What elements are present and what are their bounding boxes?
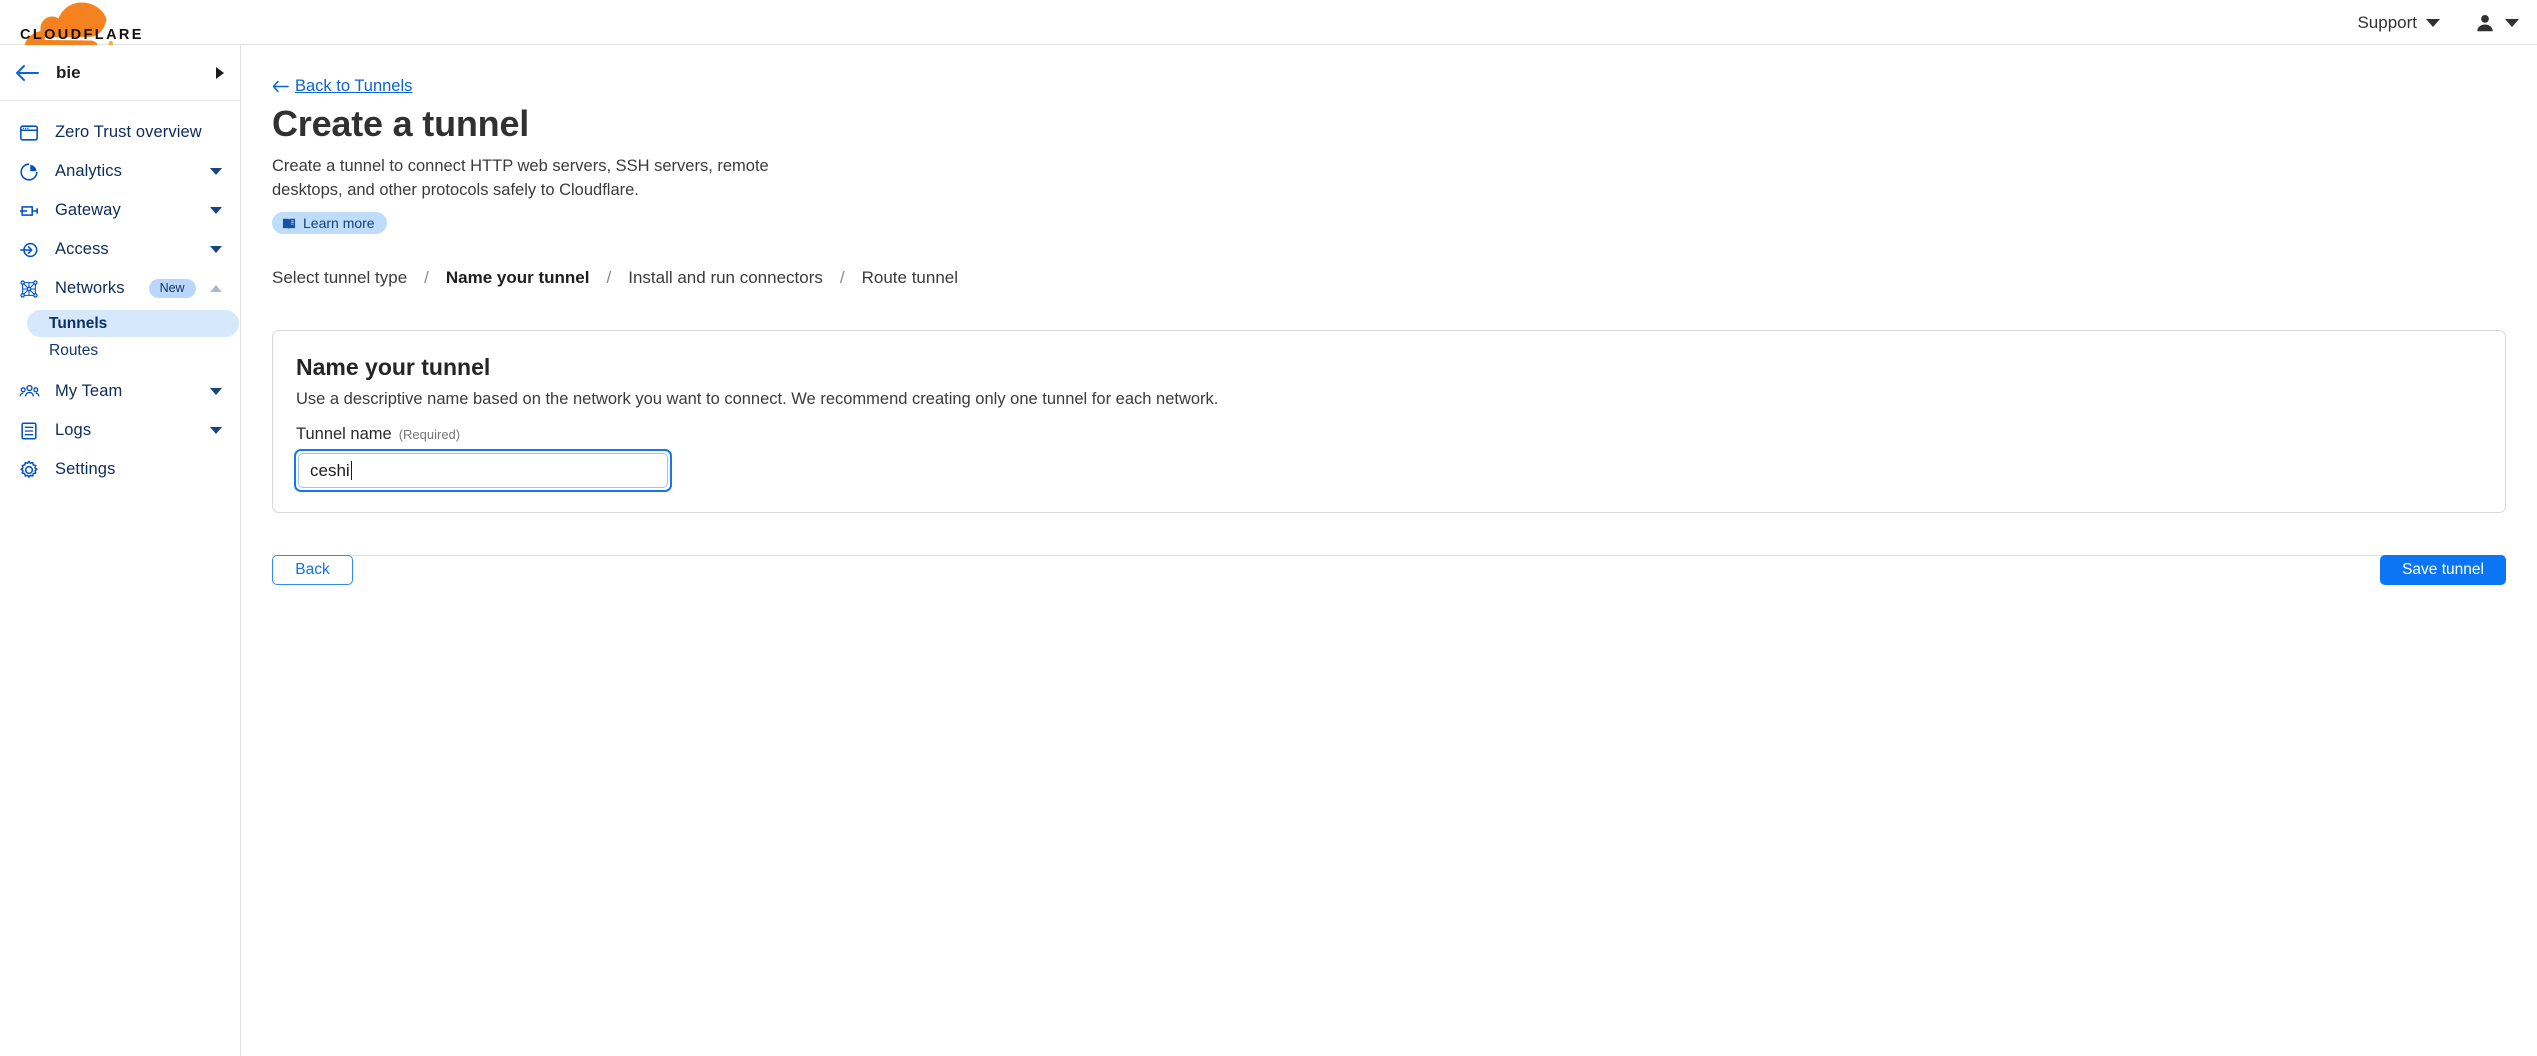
sidebar-item-routes[interactable]: Routes (27, 337, 239, 364)
save-button-label: Save tunnel (2402, 561, 2484, 578)
sidebar-item-settings[interactable]: Settings (0, 450, 240, 489)
sidebar-item-label: Analytics (55, 162, 122, 180)
chevron-down-icon[interactable] (210, 246, 222, 253)
step-select-tunnel-type[interactable]: Select tunnel type (272, 268, 407, 288)
chevron-down-icon[interactable] (210, 427, 222, 434)
sidebar-item-zero-trust-overview[interactable]: Zero Trust overview (0, 113, 240, 152)
chevron-down-icon[interactable] (210, 388, 222, 395)
step-separator: / (424, 268, 429, 287)
user-icon (2477, 14, 2493, 31)
sidebar-subitem-label: Routes (49, 341, 99, 359)
step-install-and-run-connectors[interactable]: Install and run connectors (628, 268, 823, 288)
tunnel-name-value: ceshi (310, 460, 350, 480)
footer-divider (272, 555, 2506, 556)
arrow-left-icon (272, 80, 289, 93)
step-route-tunnel[interactable]: Route tunnel (862, 268, 958, 288)
sidebar: bie Zero Trust overview Analytics Gatewa… (0, 45, 241, 1056)
card-title: Name your tunnel (296, 354, 491, 380)
networks-subitems: Tunnels Routes (0, 310, 240, 364)
top-header-bar: CLOUDFLARE Support (0, 0, 2537, 74)
sidebar-item-label: Zero Trust overview (55, 123, 202, 141)
user-account-menu[interactable] (2474, 12, 2519, 34)
account-switcher[interactable]: bie (0, 45, 240, 101)
back-button[interactable]: Back (272, 555, 353, 585)
new-badge: New (148, 278, 196, 299)
sidebar-item-label: Settings (55, 460, 116, 478)
support-label: Support (2357, 12, 2417, 32)
chevron-up-icon[interactable] (210, 285, 222, 292)
pie-chart-icon (18, 161, 40, 183)
back-to-tunnels-link[interactable]: Back to Tunnels (272, 77, 412, 96)
sidebar-item-access[interactable]: Access (0, 230, 240, 269)
sidebar-nav-list: Zero Trust overview Analytics Gateway Ac… (0, 101, 240, 489)
sidebar-item-logs[interactable]: Logs (0, 411, 240, 450)
sidebar-item-networks[interactable]: Networks New (0, 269, 240, 308)
save-tunnel-button[interactable]: Save tunnel (2380, 555, 2506, 585)
text-cursor (350, 461, 353, 480)
field-label-text: Tunnel name (296, 425, 392, 443)
chevron-down-icon[interactable] (210, 207, 222, 214)
back-link-label: Back to Tunnels (295, 77, 413, 95)
sidebar-item-gateway[interactable]: Gateway (0, 191, 240, 230)
step-separator: / (839, 268, 845, 287)
header-right-actions: Support (2357, 0, 2519, 45)
account-name: bie (56, 62, 81, 82)
gateway-icon (18, 200, 40, 222)
chevron-down-icon (2505, 18, 2519, 27)
sidebar-item-label: Logs (55, 421, 92, 439)
logs-list-icon (18, 420, 40, 442)
sidebar-item-label: Networks (55, 279, 125, 297)
page-description: Create a tunnel to connect HTTP web serv… (272, 157, 769, 199)
arrow-left-icon (16, 64, 39, 81)
card-description: Use a descriptive name based on the netw… (296, 390, 1219, 408)
gear-icon (18, 459, 40, 481)
browser-window-icon (18, 122, 40, 144)
sidebar-item-label: My Team (55, 382, 123, 400)
network-nodes-icon (18, 278, 40, 300)
access-arrow-circle-icon (18, 239, 40, 261)
chevron-down-icon[interactable] (210, 168, 222, 175)
back-button-label: Back (295, 561, 330, 578)
wizard-steps: Select tunnel type / Name your tunnel / … (272, 268, 958, 288)
cloudflare-logo[interactable]: CLOUDFLARE (14, 0, 184, 74)
tunnel-name-input[interactable]: ceshi (298, 453, 668, 488)
sidebar-item-label: Access (55, 240, 109, 258)
sidebar-item-tunnels[interactable]: Tunnels (27, 310, 239, 337)
learn-more-button[interactable]: Learn more (272, 212, 387, 234)
sidebar-subitem-label: Tunnels (49, 314, 108, 332)
required-hint: (Required) (398, 427, 461, 442)
page-title: Create a tunnel (272, 103, 530, 144)
chevron-down-icon (2426, 18, 2440, 27)
step-separator: / (606, 268, 612, 287)
people-icon (18, 381, 40, 403)
step-name-your-tunnel[interactable]: Name your tunnel (446, 268, 590, 288)
sidebar-item-analytics[interactable]: Analytics (0, 152, 240, 191)
book-icon (282, 218, 296, 229)
triangle-right-icon (216, 66, 224, 79)
sidebar-item-my-team[interactable]: My Team (0, 372, 240, 411)
tunnel-name-input-wrapper[interactable]: ceshi (294, 449, 672, 492)
logo-wordmark: CLOUDFLARE (20, 27, 144, 43)
main-content: Back to Tunnels Create a tunnel Create a… (241, 45, 2537, 1056)
support-menu[interactable]: Support (2357, 13, 2440, 33)
tunnel-name-label: Tunnel name (Required) (296, 425, 460, 444)
name-your-tunnel-card: Name your tunnel Use a descriptive name … (272, 330, 2506, 513)
sidebar-item-label: Gateway (55, 201, 121, 219)
learn-more-label: Learn more (303, 215, 375, 231)
